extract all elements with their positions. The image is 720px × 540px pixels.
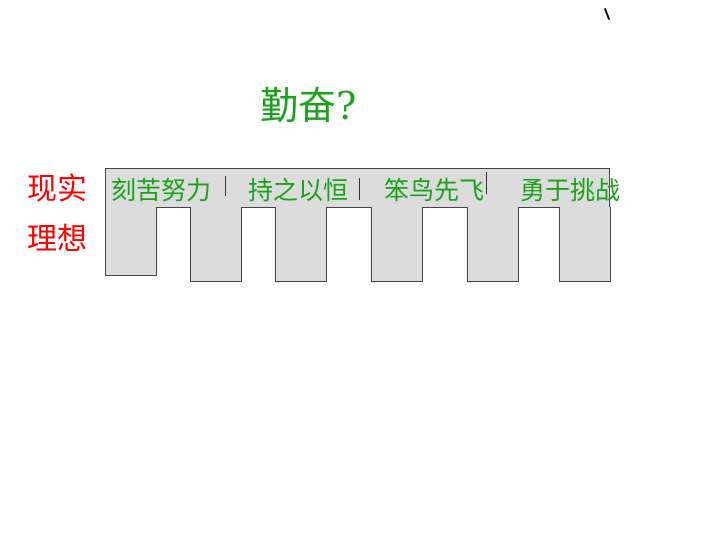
- comb-tooth: [467, 207, 519, 282]
- comb-tooth: [275, 207, 327, 282]
- ideal-label: 理想: [27, 222, 87, 257]
- comb-tooth: [190, 207, 242, 282]
- slide-title: 勤奋?: [260, 84, 357, 128]
- reality-label: 现实: [27, 172, 87, 207]
- comb-tooth: [371, 207, 423, 282]
- phrase-item: 勇于挑战: [520, 176, 621, 205]
- text-cursor-mark: [486, 172, 487, 194]
- comb-tooth: [105, 207, 157, 276]
- phrase-item: 笨鸟先飞: [384, 176, 485, 205]
- phrase-item: 刻苦努力: [111, 176, 212, 205]
- comb-tooth: [559, 207, 611, 282]
- text-cursor-mark: [359, 178, 360, 200]
- corner-mark: [603, 8, 611, 20]
- phrase-item: 持之以恒: [248, 176, 349, 205]
- text-cursor-mark: [225, 176, 226, 196]
